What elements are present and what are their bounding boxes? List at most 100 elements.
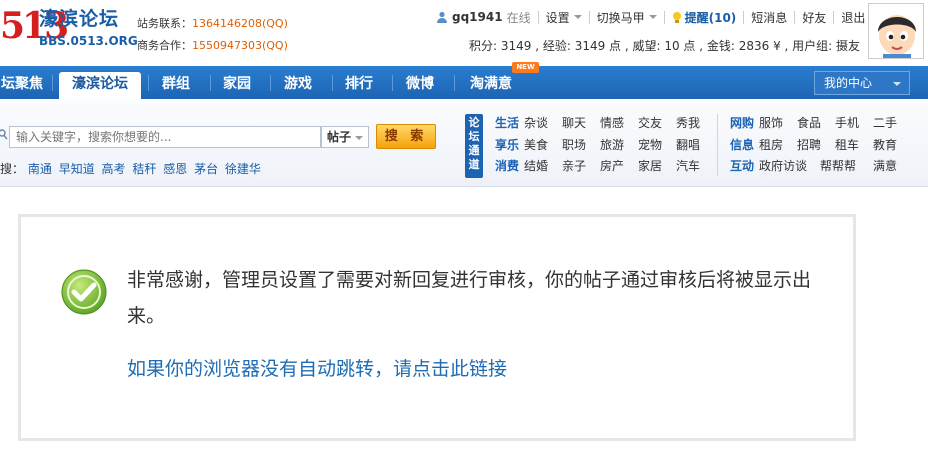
channel-link[interactable]: 服饰	[759, 114, 797, 132]
nav-item-groups[interactable]: 群组	[150, 69, 202, 99]
search-input[interactable]	[10, 127, 310, 147]
channel-divider	[717, 114, 718, 176]
search-button[interactable]: 搜 索	[376, 124, 436, 149]
channel-link[interactable]: 聊天	[562, 114, 600, 132]
nav-item-forum[interactable]: 濠滨论坛	[59, 72, 141, 99]
hot-search-link[interactable]: 南通	[28, 162, 52, 176]
channel-link[interactable]: 美食	[524, 136, 562, 154]
username-link[interactable]: gq1941	[452, 10, 503, 24]
contact-label: 商务合作：	[137, 39, 192, 52]
logo-url: BBS.0513.ORG	[39, 34, 138, 48]
channel-key[interactable]: 消费	[495, 157, 524, 175]
settings-label: 设置	[545, 10, 570, 25]
channel-link[interactable]: 结婚	[524, 157, 562, 175]
channel-link[interactable]: 旅游	[600, 136, 638, 154]
hot-search-link[interactable]: 秸秆	[132, 162, 156, 176]
hot-search-label: 搜：	[0, 162, 25, 176]
avatar-face-icon	[869, 4, 923, 58]
channel-link[interactable]: 租房	[759, 136, 797, 154]
switch-vest-label: 切换马甲	[596, 10, 645, 25]
channel-link[interactable]: 宠物	[638, 136, 676, 154]
nav-item-focus[interactable]: 坛聚焦	[0, 69, 44, 99]
channel-link[interactable]: 二手	[873, 114, 897, 132]
contact-label: 站务联系：	[137, 17, 192, 30]
channel-link[interactable]: 杂谈	[524, 114, 562, 132]
user-nav: gq1941 在线 设置 切换马甲 提醒(10) 短消息 好友 退出	[436, 8, 872, 26]
channel-link[interactable]: 帮帮帮	[820, 157, 873, 175]
nav-divider	[392, 75, 393, 91]
main-nav: 坛聚焦 濠滨论坛 群组 家园 游戏 排行 微博 淘满意	[0, 66, 928, 99]
contact-info: 站务联系：1364146208(QQ) 商务合作：1550947303(QQ)	[137, 13, 288, 57]
nav-item-taomanyi[interactable]: 淘满意	[456, 69, 526, 99]
hot-search-link[interactable]: 高考	[102, 162, 126, 176]
search-type-select[interactable]: 帖子	[321, 126, 369, 148]
channel-link[interactable]: 政府访谈	[759, 157, 820, 175]
user-icon	[437, 11, 447, 23]
avatar[interactable]	[868, 3, 924, 59]
site-logo[interactable]: 513 濠滨论坛 BBS.0513.ORG	[0, 6, 138, 52]
chevron-down-icon	[648, 15, 657, 19]
nav-divider	[52, 75, 53, 91]
channel-link[interactable]: 教育	[873, 136, 897, 154]
channel-link[interactable]: 食品	[797, 114, 835, 132]
channel-key[interactable]: 互动	[730, 157, 759, 175]
new-badge: NEW	[512, 62, 539, 73]
search-box	[9, 126, 321, 148]
nav-divider	[210, 75, 211, 91]
channel-key[interactable]: 网购	[730, 114, 759, 132]
channel-link[interactable]: 秀我	[676, 114, 700, 132]
nav-divider	[270, 75, 271, 91]
contact-row-support: 站务联系：1364146208(QQ)	[137, 13, 288, 35]
channel-link[interactable]: 租车	[835, 136, 873, 154]
online-status: 在线	[506, 10, 531, 25]
channel-link[interactable]: 职场	[562, 136, 600, 154]
channel-grid-right: 网购 服饰 食品 手机 二手 信息 租房 招聘 租车 教育 互动 政府访谈 帮帮帮 满意	[730, 114, 897, 179]
redirect-link[interactable]: 如果你的浏览器没有自动跳转，请点击此链接	[127, 354, 507, 381]
notice-message: 非常感谢，管理员设置了需要对新回复进行审核，你的帖子通过审核后将被显示出来。	[127, 269, 812, 327]
channel-link[interactable]: 情感	[600, 114, 638, 132]
channel-link[interactable]: 招聘	[797, 136, 835, 154]
my-center-dropdown[interactable]: 我的中心	[814, 71, 910, 95]
search-icon	[0, 129, 8, 140]
chevron-down-icon	[355, 136, 363, 140]
messages-label: 短消息	[751, 10, 788, 25]
lightbulb-icon	[672, 11, 681, 23]
settings-menu[interactable]: 设置	[537, 10, 589, 25]
channel-key[interactable]: 享乐	[495, 136, 524, 154]
hot-search-link[interactable]: 徐建华	[225, 162, 261, 176]
messages-link[interactable]: 短消息	[743, 10, 794, 25]
channel-link[interactable]: 亲子	[562, 157, 600, 175]
user-item: gq1941 在线	[436, 10, 538, 25]
channel-link[interactable]: 翻唱	[676, 136, 700, 154]
my-center-label: 我的中心	[824, 76, 873, 90]
channel-link[interactable]: 家居	[638, 157, 676, 175]
nav-item-home[interactable]: 家园	[212, 69, 262, 99]
logout-link[interactable]: 退出	[833, 10, 872, 25]
hot-search-link[interactable]: 茅台	[194, 162, 218, 176]
remind-link[interactable]: 提醒(10)	[663, 10, 744, 25]
nav-item-ranking[interactable]: 排行	[334, 69, 384, 99]
channel-link[interactable]: 手机	[835, 114, 873, 132]
site-header: 513 濠滨论坛 BBS.0513.ORG 站务联系：1364146208(QQ…	[0, 0, 928, 66]
channel-link[interactable]: 汽车	[676, 157, 700, 175]
channel-link[interactable]: 房产	[600, 157, 638, 175]
nav-item-weibo[interactable]: 微博	[394, 69, 446, 99]
contact-value[interactable]: 1550947303(QQ)	[192, 39, 288, 52]
friends-link[interactable]: 好友	[794, 10, 833, 25]
contact-value[interactable]: 1364146208(QQ)	[192, 17, 288, 30]
chevron-down-icon	[573, 15, 582, 19]
hot-search-link[interactable]: 感恩	[163, 162, 187, 176]
friends-label: 好友	[802, 10, 827, 25]
nav-item-games[interactable]: 游戏	[272, 69, 324, 99]
search-type-label: 帖子	[327, 130, 352, 144]
channel-key[interactable]: 信息	[730, 136, 759, 154]
channel-link[interactable]: 满意	[873, 157, 897, 175]
channel-link[interactable]: 交友	[638, 114, 676, 132]
remind-label: 提醒(10)	[684, 10, 737, 25]
switch-vest-menu[interactable]: 切换马甲	[588, 10, 664, 25]
logo-name: 濠滨论坛	[39, 8, 120, 30]
hot-search-link[interactable]: 早知道	[59, 162, 95, 176]
notice-box: 非常感谢，管理员设置了需要对新回复进行审核，你的帖子通过审核后将被显示出来。 如…	[18, 214, 856, 441]
channel-row: 享乐 美食 职场 旅游 宠物 翻唱	[495, 136, 700, 158]
channel-key[interactable]: 生活	[495, 114, 524, 132]
